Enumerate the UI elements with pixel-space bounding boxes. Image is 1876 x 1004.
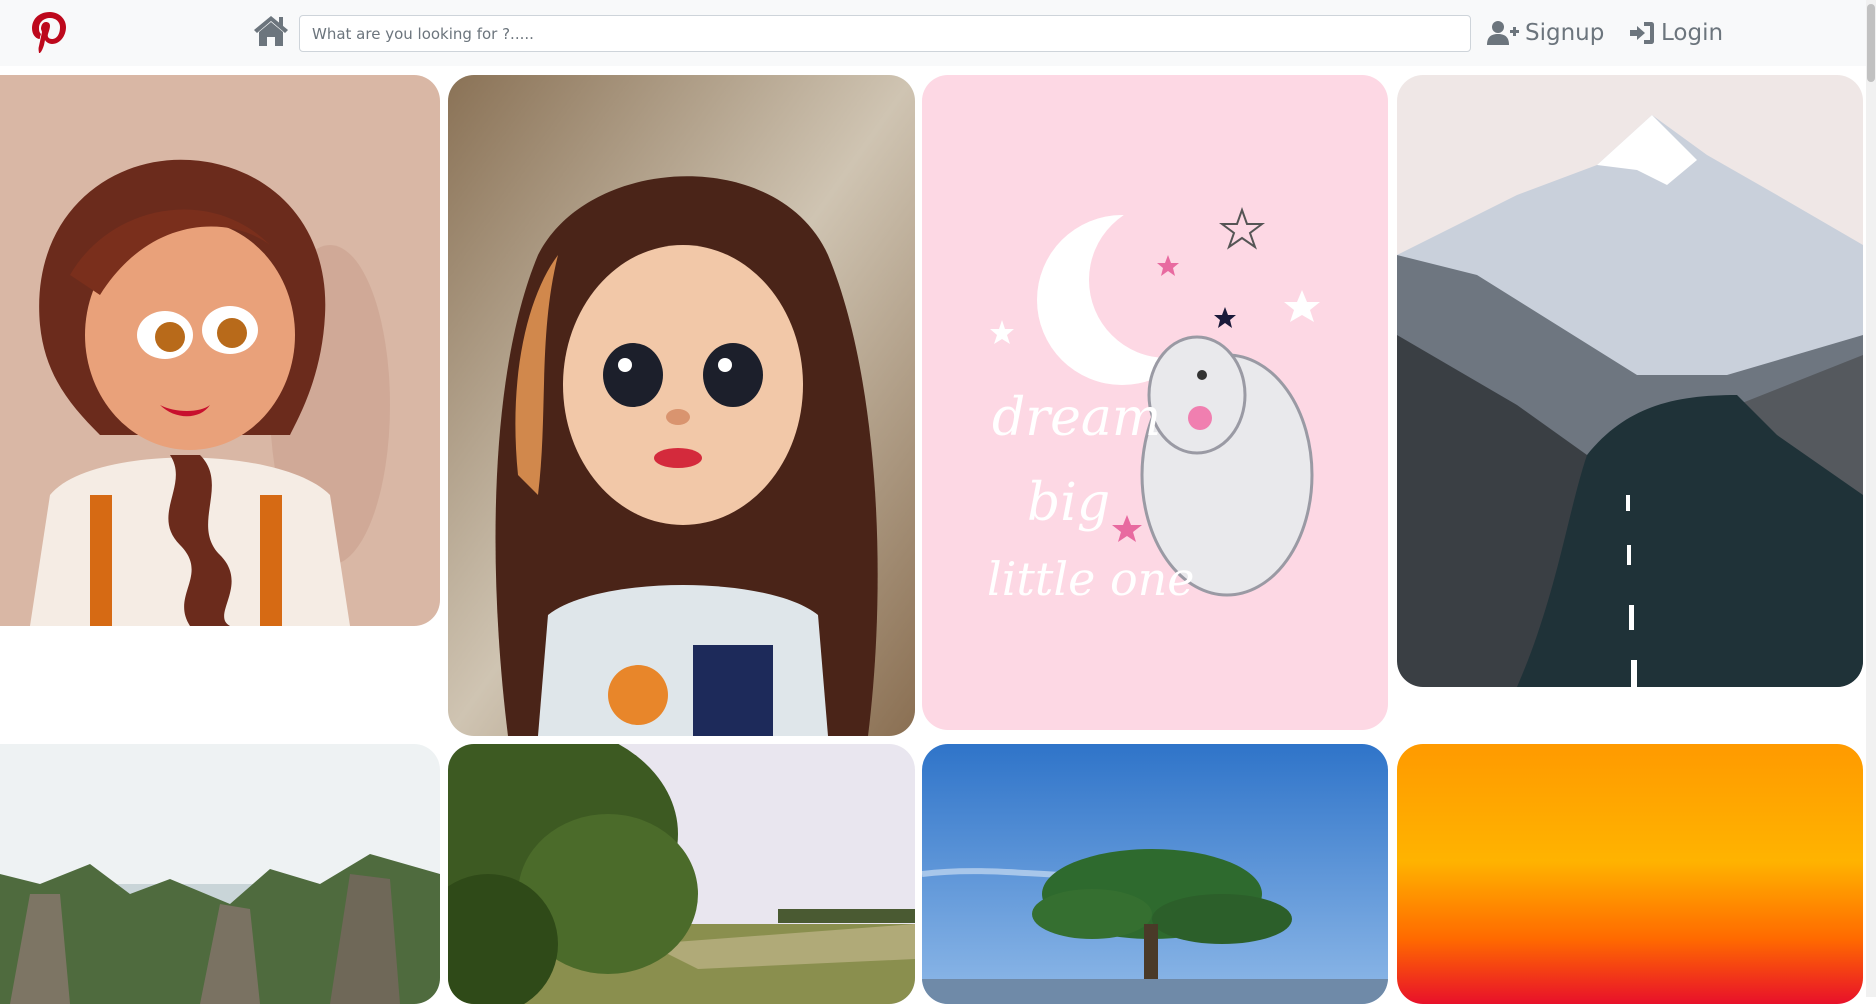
- pin-card[interactable]: [1397, 744, 1863, 1004]
- login-label: Login: [1661, 20, 1724, 46]
- pin-image: [1397, 75, 1863, 687]
- login-link[interactable]: Login: [1629, 14, 1723, 52]
- pinterest-logo-icon[interactable]: [28, 10, 72, 54]
- pin-image: dream big little one: [922, 75, 1388, 730]
- caption-line: dream: [992, 388, 1161, 448]
- caption-line: little one: [987, 552, 1195, 606]
- pin-card[interactable]: [1397, 75, 1863, 687]
- pin-card[interactable]: [448, 744, 915, 1004]
- pin-card[interactable]: [922, 744, 1388, 1004]
- caption-line: big: [1027, 473, 1110, 533]
- signup-label: Signup: [1525, 20, 1605, 46]
- pin-card[interactable]: [0, 75, 440, 626]
- vertical-scrollbar[interactable]: [1866, 0, 1876, 997]
- scrollbar-thumb[interactable]: [1867, 4, 1875, 82]
- pin-image: [1397, 744, 1863, 1004]
- top-navbar: Signup Login: [0, 0, 1876, 66]
- pin-image: [0, 75, 440, 626]
- pin-card[interactable]: [448, 75, 915, 736]
- search-input[interactable]: [299, 15, 1471, 52]
- pin-image: [0, 744, 440, 1004]
- sign-in-icon: [1629, 20, 1655, 46]
- pin-card[interactable]: [0, 744, 440, 1004]
- pin-image: [448, 75, 915, 736]
- pin-image: [448, 744, 915, 1004]
- pin-image: [922, 744, 1388, 1004]
- signup-link[interactable]: Signup: [1487, 14, 1604, 52]
- home-icon[interactable]: [252, 14, 290, 48]
- pin-card[interactable]: dream big little one: [922, 75, 1388, 730]
- user-plus-icon: [1487, 20, 1519, 46]
